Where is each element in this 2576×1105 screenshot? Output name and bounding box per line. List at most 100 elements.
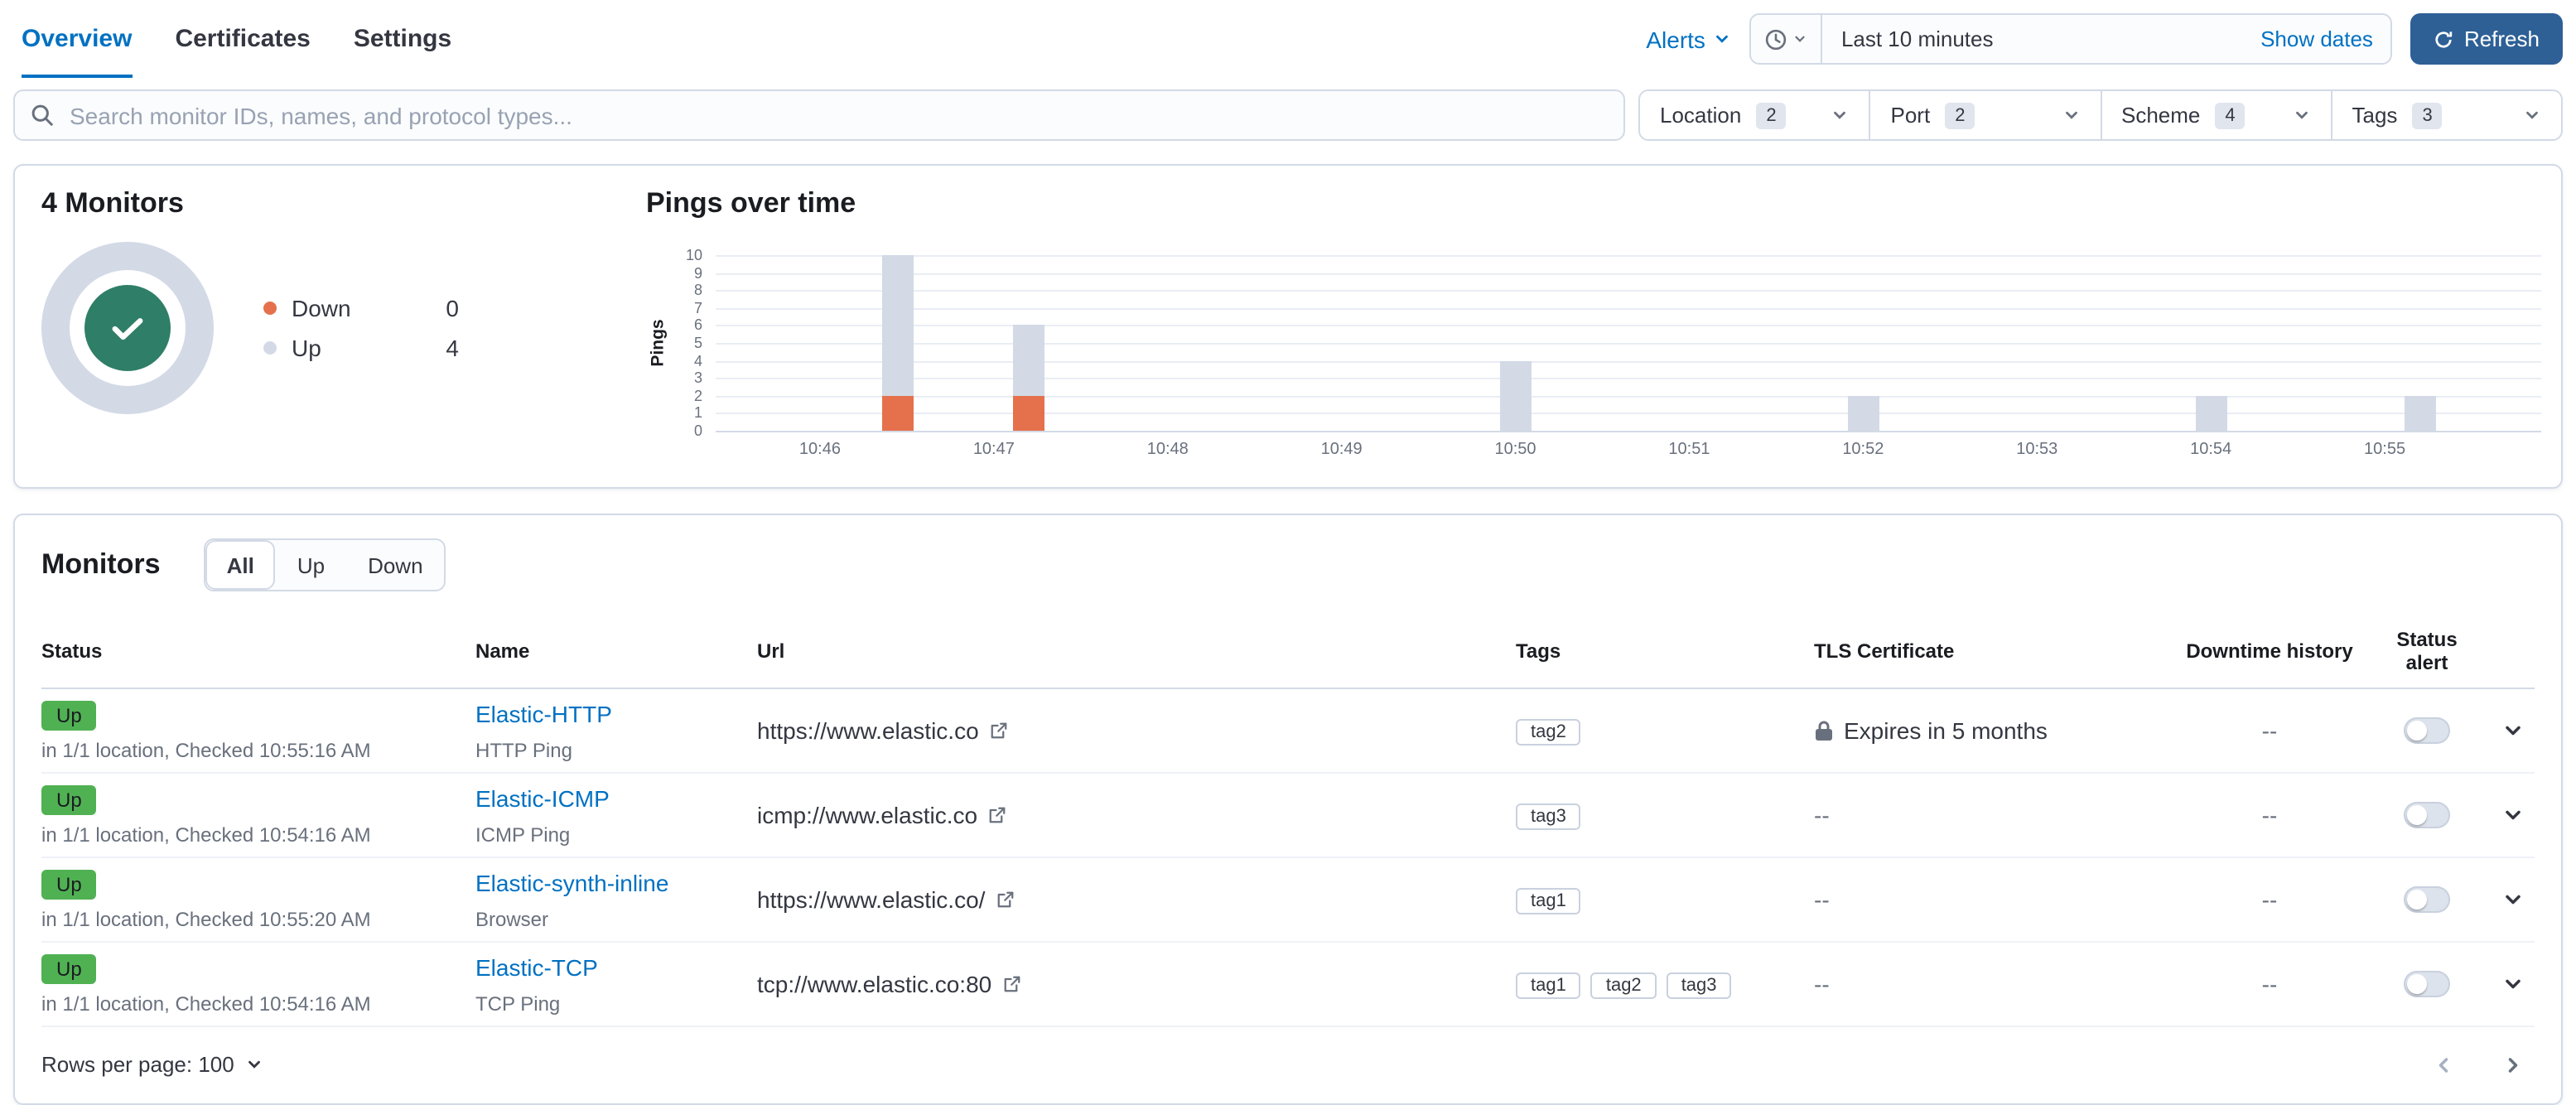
legend-item: Up 4 [263,335,459,361]
tag-badge[interactable]: tag2 [1516,719,1581,746]
url-cell: https://www.elastic.co/ [757,886,1516,913]
status-alert-toggle[interactable] [2404,717,2450,744]
filter-count-badge: 2 [1756,102,1787,128]
tab-settings[interactable]: Settings [354,0,451,78]
monitor-url-link[interactable]: icmp://www.elastic.co [757,802,977,828]
show-dates-link[interactable]: Show dates [2260,27,2391,51]
view-all-button[interactable]: All [205,540,276,590]
tag-badge[interactable]: tag1 [1516,888,1581,914]
monitors-summary-title: 4 Monitors [41,187,184,219]
chevron-down-icon [1793,31,1808,46]
chevron-down-icon [1831,106,1850,124]
search-input[interactable] [66,100,1609,130]
search-icon [30,103,55,128]
filter-location[interactable]: Location 2 [1640,91,1869,139]
external-link-icon[interactable] [1001,974,1021,994]
y-tick-label: 4 [693,352,702,369]
tls-cell: Expires in 5 months [1814,717,2165,744]
bar-down-segment [1012,395,1044,431]
pings-bar[interactable] [882,255,914,431]
y-tick-label: 2 [693,387,702,404]
y-tick-label: 9 [693,264,702,282]
downtime-cell: -- [2261,802,2278,828]
legend-value: 4 [446,335,459,361]
column-header-url: Url [757,639,785,663]
tag-badge[interactable]: tag3 [1666,972,1732,999]
tag-badge[interactable]: tag3 [1516,803,1581,830]
bar-up-segment [882,255,914,396]
status-detail: in 1/1 location, Checked 10:55:20 AM [41,907,371,930]
x-tick-label: 10:52 [1842,441,1884,459]
pings-bar[interactable] [2195,395,2227,431]
monitor-type: TCP Ping [475,992,561,1015]
lock-icon [1814,719,1834,742]
gridline [716,360,2541,363]
pings-bar[interactable] [2404,395,2436,431]
y-tick-label: 6 [693,316,702,334]
monitors-table-head: Status Name Url Tags TLS Certificate Downtime… [41,621,2535,689]
status-cell: Up in 1/1 location, Checked 10:54:16 AM [41,953,475,1015]
downtime-cell: -- [2261,717,2278,744]
tab-overview[interactable]: Overview [22,0,133,78]
bar-up-segment [2195,395,2227,431]
pings-bar[interactable] [1012,325,1044,431]
previous-page-button[interactable] [2432,1053,2455,1076]
monitor-type: ICMP Ping [475,823,571,846]
view-up-button[interactable]: Up [276,540,346,590]
alerts-menu-button[interactable]: Alerts [1646,26,1732,52]
tab-certificates[interactable]: Certificates [175,0,310,78]
monitor-name-link[interactable]: Elastic-HTTP [475,700,612,726]
monitor-url-link[interactable]: https://www.elastic.co/ [757,886,985,913]
refresh-icon [2434,29,2454,49]
filter-count-badge: 3 [2412,102,2443,128]
chevron-down-icon[interactable] [2501,719,2525,742]
status-alert-toggle[interactable] [2404,802,2450,828]
monitor-name-link[interactable]: Elastic-synth-inline [475,869,668,895]
chevron-down-icon[interactable] [2501,803,2525,827]
filter-port[interactable]: Port 2 [1869,91,2101,139]
monitor-url-link[interactable]: tcp://www.elastic.co:80 [757,971,991,997]
tag-badge[interactable]: tag1 [1516,972,1581,999]
monitor-url-link[interactable]: https://www.elastic.co [757,717,979,744]
quick-select-button[interactable] [1752,15,1823,63]
pings-chart: Pings over time Pings 0 1 2 3 4 5 6 7 8 9 10 10:46… [646,187,2541,466]
external-link-icon[interactable] [989,721,1009,741]
rows-per-page-button[interactable]: Rows per page: 100 [41,1052,264,1077]
chevron-down-icon[interactable] [2501,972,2525,996]
table-footer: Rows per page: 100 [41,1027,2535,1103]
pings-bar[interactable] [1499,360,1532,431]
monitors-table: Status Name Url Tags TLS Certificate Downtime… [41,621,2535,1027]
tls-cell: -- [1814,886,2165,913]
external-link-icon[interactable] [987,805,1007,825]
status-alert-toggle[interactable] [2404,886,2450,913]
name-cell: Elastic-HTTP HTTP Ping [475,700,757,761]
monitor-name-link[interactable]: Elastic-TCP [475,953,598,980]
expand-cell [2480,719,2535,742]
gridline [716,273,2541,275]
url-cell: tcp://www.elastic.co:80 [757,971,1516,997]
x-tick-label: 10:55 [2364,441,2406,459]
monitors-summary: 4 Monitors Down 0 Up 4 [41,187,646,466]
pings-bar[interactable] [1847,395,1879,431]
view-down-button[interactable]: Down [346,540,445,590]
next-page-button[interactable] [2501,1053,2525,1076]
chevron-down-icon[interactable] [2501,888,2525,911]
status-alert-cell [2374,717,2480,744]
column-header-status: Status [41,639,103,663]
monitor-name-link[interactable]: Elastic-ICMP [475,784,610,811]
time-range-value[interactable]: Last 10 minutes [1823,27,2260,51]
filter-tags[interactable]: Tags 3 [2330,91,2562,139]
status-badge: Up [41,953,97,983]
downtime-cell: -- [2261,971,2278,997]
gridline [716,307,2541,310]
tags-cell: tag1 tag2 tag3 [1516,969,1814,999]
external-link-icon[interactable] [995,890,1015,910]
toggle-knob [2407,721,2427,741]
status-alert-toggle[interactable] [2404,971,2450,997]
refresh-button[interactable]: Refresh [2410,13,2563,65]
filter-scheme[interactable]: Scheme 4 [2100,91,2331,139]
gridline [716,255,2541,257]
expand-cell [2480,803,2535,827]
tag-badge[interactable]: tag2 [1590,972,1657,999]
name-cell: Elastic-synth-inline Browser [475,869,757,930]
